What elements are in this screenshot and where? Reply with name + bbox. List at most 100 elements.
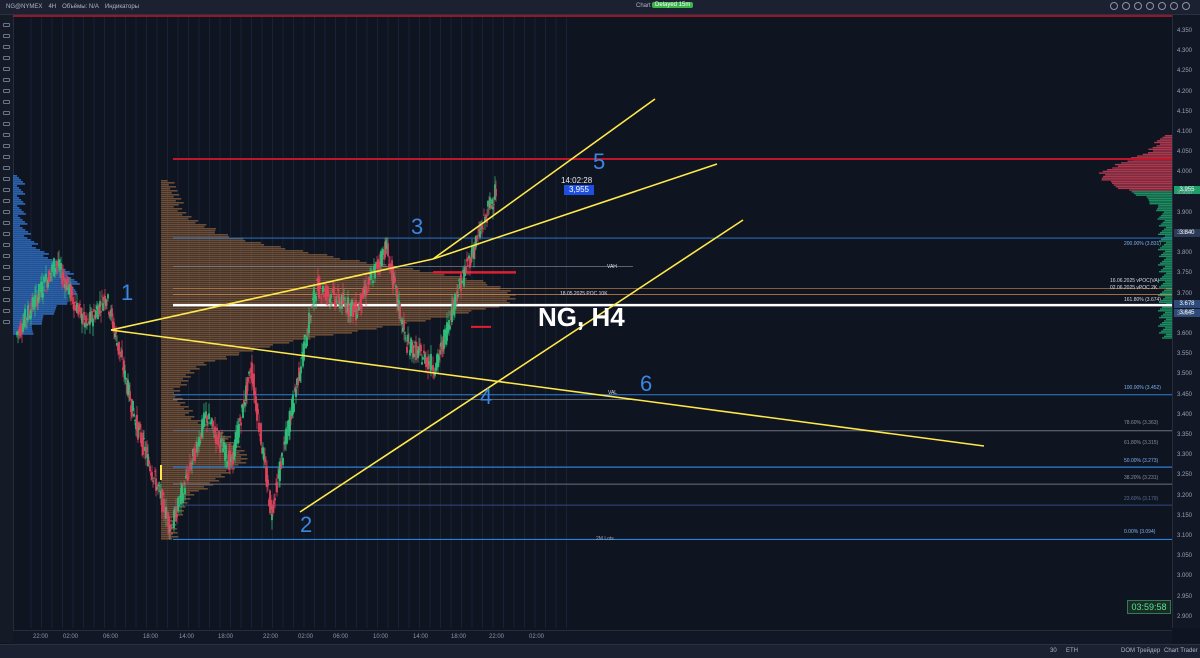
profile-bar bbox=[1163, 298, 1172, 300]
drawing-tool-icon[interactable] bbox=[3, 166, 10, 170]
profile-bar bbox=[161, 264, 387, 266]
drawing-tool-icon[interactable] bbox=[3, 254, 10, 258]
close-icon[interactable] bbox=[1182, 2, 1190, 10]
drawing-tool-icon[interactable] bbox=[3, 144, 10, 148]
profile-bar bbox=[1164, 289, 1172, 292]
candle-body bbox=[235, 432, 237, 448]
time-axis[interactable]: 22:00 02:00 06:00 18:00 14:00 18:00 22:00 02:00… bbox=[13, 630, 1172, 644]
candle-body bbox=[382, 249, 384, 255]
eye-icon[interactable] bbox=[1134, 2, 1142, 10]
profile-bar bbox=[1158, 204, 1172, 207]
profile-bar bbox=[161, 216, 192, 218]
profile-bar bbox=[1165, 296, 1172, 298]
drawing-tool-icon[interactable] bbox=[3, 56, 10, 60]
profile-bar bbox=[1164, 235, 1172, 237]
candle-body bbox=[137, 422, 139, 440]
volume-selector[interactable]: Объёмы: N/A bbox=[62, 4, 99, 10]
candle-body bbox=[470, 257, 472, 263]
drawing-tool-icon[interactable] bbox=[3, 45, 10, 49]
candle-body bbox=[353, 302, 355, 308]
drawing-tool-icon[interactable] bbox=[3, 210, 10, 214]
profile-bar bbox=[161, 446, 241, 448]
drawing-tool-icon[interactable] bbox=[3, 265, 10, 269]
info-icon[interactable] bbox=[1122, 2, 1130, 10]
drawing-tool-icon[interactable] bbox=[3, 122, 10, 126]
drawing-tool-icon[interactable] bbox=[3, 111, 10, 115]
drawing-tool-icon[interactable] bbox=[3, 155, 10, 159]
symbol-selector[interactable]: NG@NYMEX bbox=[6, 4, 42, 10]
candle-body bbox=[282, 458, 284, 466]
dom-trader-button[interactable]: DOM Трейдер bbox=[1121, 648, 1160, 654]
candle-body bbox=[286, 429, 288, 444]
interval-selector[interactable]: 4H bbox=[48, 4, 56, 10]
lock-icon[interactable] bbox=[1146, 2, 1154, 10]
drawing-tool-icon[interactable] bbox=[3, 287, 10, 291]
profile-bar bbox=[1164, 259, 1172, 261]
drawing-tool-icon[interactable] bbox=[3, 276, 10, 280]
candle-body bbox=[413, 353, 415, 358]
profile-bar bbox=[161, 408, 185, 410]
drawing-tool-icon[interactable] bbox=[3, 232, 10, 236]
indicators-button[interactable]: Индикаторы bbox=[105, 4, 139, 10]
candle-body bbox=[223, 442, 225, 450]
profile-bar bbox=[161, 182, 175, 184]
profile-bar bbox=[1152, 150, 1172, 152]
maximize-icon[interactable] bbox=[1170, 2, 1178, 10]
minimize-icon[interactable] bbox=[1158, 2, 1166, 10]
drawing-tool-icon[interactable] bbox=[3, 133, 10, 137]
profile-bar bbox=[1162, 276, 1172, 278]
candle-body bbox=[289, 410, 291, 432]
drawing-tool-icon[interactable] bbox=[3, 309, 10, 313]
profile-bar bbox=[13, 249, 41, 251]
fib-200-label: 200.00% (3.831) bbox=[1124, 241, 1161, 247]
drawing-tool-icon[interactable] bbox=[3, 188, 10, 192]
profile-bar bbox=[161, 240, 246, 242]
drawing-tool-icon[interactable] bbox=[3, 320, 10, 324]
price-axis[interactable]: 3.955 3.840 3.678 3.645 4.350 4.300 4.250 4… bbox=[1172, 15, 1200, 628]
chart-trader-button[interactable]: Chart Trader bbox=[1164, 648, 1198, 654]
profile-bar bbox=[1162, 136, 1172, 139]
last-price-label: 3,955 bbox=[564, 185, 594, 195]
profile-bar bbox=[1160, 308, 1172, 310]
drawing-tool-icon[interactable] bbox=[3, 243, 10, 247]
candle-body bbox=[171, 533, 173, 534]
profile-bar bbox=[13, 191, 24, 193]
zoom-value[interactable]: 30 bbox=[1050, 648, 1057, 654]
drawing-tool-icon[interactable] bbox=[3, 89, 10, 93]
candle-body bbox=[148, 460, 150, 465]
drawing-tool-icon[interactable] bbox=[3, 298, 10, 302]
profile-bar bbox=[1161, 284, 1172, 286]
candle-body bbox=[466, 258, 468, 262]
drawing-tool-icon[interactable] bbox=[3, 67, 10, 71]
profile-bar bbox=[1156, 145, 1172, 147]
profile-bar bbox=[13, 209, 22, 211]
price-tick-label: 3.500 bbox=[1177, 371, 1193, 378]
candle-body bbox=[58, 259, 60, 268]
profile-bar bbox=[1149, 203, 1172, 205]
candle-body bbox=[114, 333, 116, 338]
profile-bar bbox=[13, 211, 24, 213]
profile-bar bbox=[1162, 322, 1172, 324]
profile-bar bbox=[161, 334, 334, 336]
candle-body bbox=[219, 444, 221, 453]
profile-bar bbox=[1161, 299, 1172, 302]
drawing-tool-icon[interactable] bbox=[3, 177, 10, 181]
profile-bar bbox=[161, 232, 215, 234]
drawing-tool-icon[interactable] bbox=[3, 100, 10, 104]
profile-bar bbox=[161, 244, 265, 246]
candle-body bbox=[405, 337, 407, 339]
profile-bar bbox=[161, 236, 229, 238]
price-tick-label: 3.000 bbox=[1177, 573, 1193, 580]
drawing-tool-icon[interactable] bbox=[3, 221, 10, 225]
session-selector[interactable]: ETH bbox=[1066, 648, 1078, 654]
drawing-tool-icon[interactable] bbox=[3, 23, 10, 27]
candle-body bbox=[300, 366, 302, 374]
drawing-tool-icon[interactable] bbox=[3, 78, 10, 82]
profile-bar bbox=[161, 410, 193, 412]
profile-bar bbox=[1165, 250, 1172, 252]
drawing-tool-icon[interactable] bbox=[3, 199, 10, 203]
drawing-tool-icon[interactable] bbox=[3, 34, 10, 38]
candle-body bbox=[272, 504, 274, 513]
candle-body bbox=[476, 236, 478, 239]
settings-icon[interactable] bbox=[1110, 2, 1118, 10]
